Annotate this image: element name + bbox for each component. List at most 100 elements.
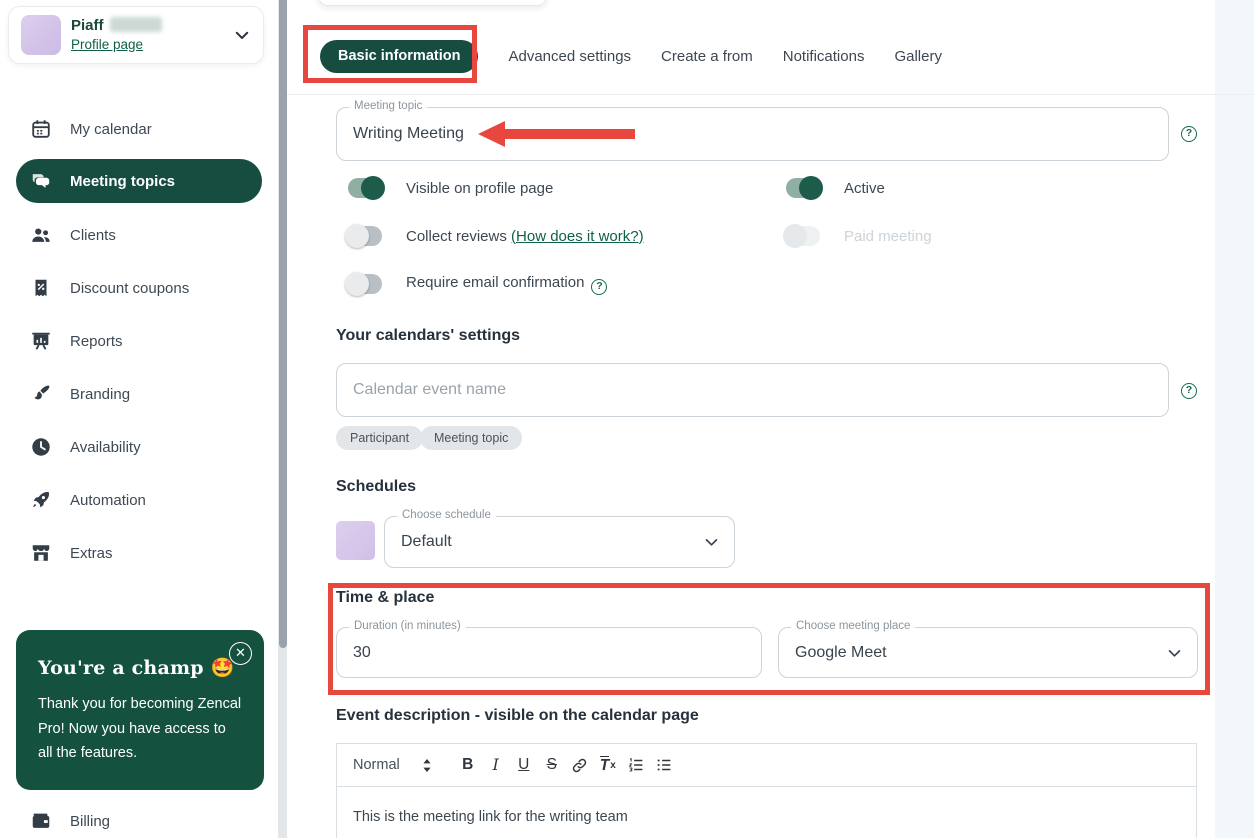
toggle-row-active: Active <box>786 176 885 200</box>
choose-schedule-label: Choose schedule <box>397 509 496 521</box>
people-icon <box>32 228 50 242</box>
sidebar-item-label: My calendar <box>70 120 152 138</box>
collect-reviews-toggle[interactable] <box>345 224 382 248</box>
chevron-down-icon[interactable] <box>233 26 251 44</box>
sidebar-item-clients[interactable]: Clients <box>16 213 262 257</box>
help-icon[interactable]: ? <box>1181 126 1197 142</box>
calendar-event-name-input[interactable] <box>353 364 1128 416</box>
paintbrush-icon <box>34 385 50 400</box>
require-email-toggle[interactable] <box>345 272 382 296</box>
event-description-heading: Event description - visible on the calen… <box>336 707 699 724</box>
sidebar-item-automation[interactable]: Automation <box>16 478 262 522</box>
choose-schedule-select[interactable]: Choose schedule Default <box>384 509 735 568</box>
tab-basic-information[interactable]: Basic information <box>320 40 479 73</box>
schedules-heading: Schedules <box>336 478 417 495</box>
sidebar-item-my-calendar[interactable]: My calendar <box>16 107 262 151</box>
toggle-row-require-email: Require email confirmation? <box>345 272 608 296</box>
sidebar-item-discount-coupons[interactable]: Discount coupons <box>16 266 262 310</box>
clean-t: T <box>599 755 610 774</box>
visible-on-profile-toggle[interactable] <box>348 176 385 200</box>
bold-button[interactable]: B <box>454 752 482 778</box>
toggle-label: Visible on profile page <box>406 179 554 197</box>
bullet-list-icon <box>657 759 671 771</box>
require-email-text: Require email confirmation <box>406 273 585 291</box>
sidebar: Piaff Profile page My calendar Meeting t… <box>0 0 278 838</box>
tabs: Basic information Advanced settings Crea… <box>320 40 942 73</box>
sidebar-item-label: Reports <box>70 332 123 350</box>
meeting-topic-field: Meeting topic <box>336 100 1169 161</box>
sidebar-item-billing[interactable]: Billing <box>16 799 262 838</box>
tab-create-a-from[interactable]: Create a from <box>661 48 753 65</box>
strikethrough-button[interactable]: S <box>538 752 566 778</box>
link-button[interactable] <box>566 752 594 778</box>
text-style-value: Normal <box>353 757 400 773</box>
profile-page-link[interactable]: Profile page <box>71 37 143 52</box>
chat-bubbles-icon <box>32 174 50 188</box>
underline-button[interactable]: U <box>510 752 538 778</box>
sidebar-item-meeting-topics[interactable]: Meeting topics <box>16 159 262 203</box>
schedule-avatar <box>336 521 375 560</box>
how-does-it-work-link[interactable]: (How does it work?) <box>511 228 644 245</box>
updown-arrows-icon <box>423 758 431 772</box>
sidebar-item-label: Branding <box>70 385 131 403</box>
toggle-label: Require email confirmation? <box>406 273 608 295</box>
help-icon[interactable]: ? <box>591 278 608 295</box>
calendar-event-name-field <box>336 363 1169 417</box>
storefront-icon <box>32 545 50 561</box>
toggle-label: Collect reviews (How does it work?) <box>406 228 644 245</box>
tabs-divider <box>287 94 1254 95</box>
promo-title: You're a champ 🤩 <box>38 657 235 679</box>
tab-gallery[interactable]: Gallery <box>894 48 942 65</box>
coupon-icon <box>35 279 47 297</box>
wallet-icon <box>32 813 50 828</box>
bullet-list-button[interactable] <box>650 752 678 778</box>
paid-meeting-toggle[interactable] <box>783 224 820 248</box>
sidebar-item-label: Availability <box>70 438 141 456</box>
meeting-topic-input[interactable] <box>353 108 1128 160</box>
sidebar-item-label: Meeting topics <box>70 172 176 190</box>
sidebar-item-reports[interactable]: Reports <box>16 319 262 363</box>
editor-content[interactable]: This is the meeting link for the writing… <box>337 787 1196 838</box>
calendar-icon <box>32 120 50 138</box>
redacted-surname <box>109 16 162 32</box>
duration-input[interactable] <box>353 628 721 677</box>
toggle-row-visible-on-profile: Visible on profile page <box>348 176 553 200</box>
calendars-settings-heading: Your calendars' settings <box>336 327 521 344</box>
profile-info: Piaff Profile page <box>71 16 233 54</box>
avatar <box>21 15 61 55</box>
meeting-place-select[interactable]: Choose meeting place Google Meet <box>778 620 1198 678</box>
tab-advanced-settings[interactable]: Advanced settings <box>508 48 631 65</box>
toggle-row-collect-reviews: Collect reviews (How does it work?) <box>345 224 644 248</box>
rich-text-editor: Normal B I U S Tx This is the meeting li… <box>336 743 1197 838</box>
rocket-icon <box>33 491 50 508</box>
ordered-list-button[interactable] <box>622 752 650 778</box>
meeting-place-value: Google Meet <box>795 643 887 661</box>
link-icon <box>573 758 587 772</box>
presentation-chart-icon <box>32 332 50 350</box>
time-place-heading: Time & place <box>336 589 435 606</box>
sidebar-item-branding[interactable]: Branding <box>16 372 262 416</box>
duration-field: Duration (in minutes) <box>336 620 762 678</box>
sidebar-item-extras[interactable]: Extras <box>16 531 262 575</box>
editor-toolbar: Normal B I U S Tx <box>337 744 1196 787</box>
toggle-label: Active <box>844 179 885 197</box>
app-root: Piaff Profile page My calendar Meeting t… <box>0 0 1254 838</box>
chip-participant[interactable]: Participant <box>336 426 424 450</box>
help-icon[interactable]: ? <box>1181 383 1197 399</box>
chevron-down-icon <box>705 539 718 546</box>
profile-card[interactable]: Piaff Profile page <box>8 6 264 64</box>
clear-formatting-button[interactable]: Tx <box>594 752 622 778</box>
sidebar-scrollbar-thumb[interactable] <box>278 0 287 648</box>
close-icon[interactable]: ✕ <box>229 642 252 665</box>
promo-card: ✕ You're a champ 🤩 Thank you for becomin… <box>16 630 264 790</box>
sidebar-item-availability[interactable]: Availability <box>16 425 262 469</box>
text-style-select[interactable]: Normal <box>353 757 432 773</box>
chip-meeting-topic[interactable]: Meeting topic <box>420 426 523 450</box>
promo-body: Thank you for becoming Zencal Pro! Now y… <box>38 696 242 761</box>
active-toggle[interactable] <box>786 176 823 200</box>
sidebar-item-label: Discount coupons <box>70 279 190 297</box>
clock-icon <box>32 438 50 456</box>
italic-button[interactable]: I <box>482 752 510 778</box>
tab-notifications[interactable]: Notifications <box>783 48 865 65</box>
page-background-strip <box>1215 0 1254 838</box>
